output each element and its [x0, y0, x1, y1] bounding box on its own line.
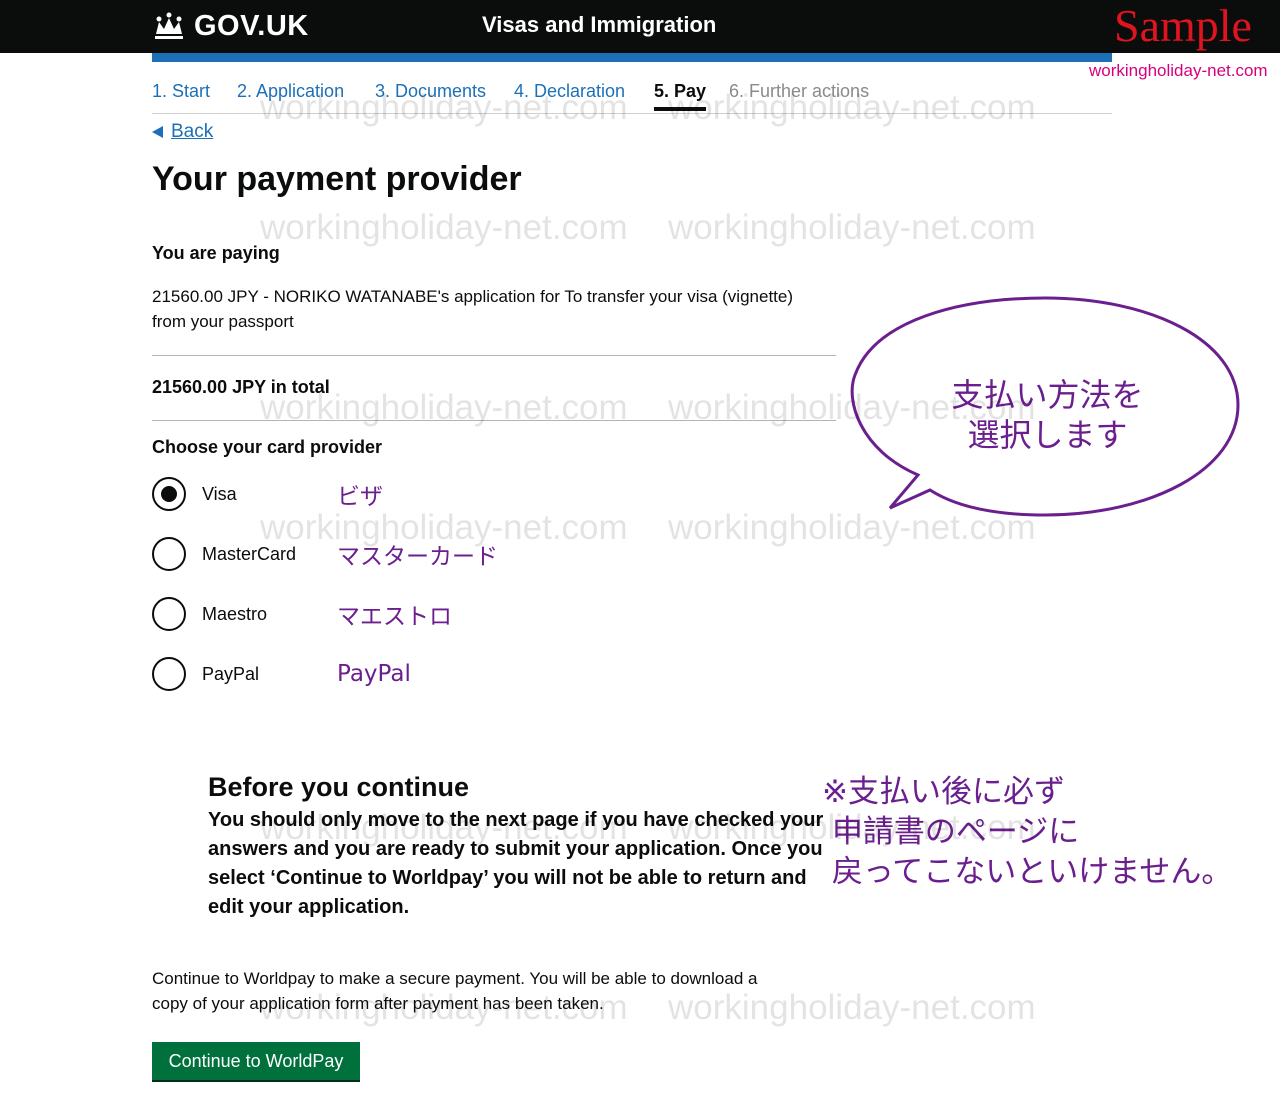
sample-stamp: Sample	[1114, 0, 1252, 51]
crown-icon	[155, 12, 183, 39]
radio-mastercard[interactable]: MasterCard マスターカード	[152, 535, 498, 573]
watermark: workingholiday-net.com	[260, 388, 628, 427]
radio-visa-note: ビザ	[337, 484, 383, 510]
govuk-logo-link[interactable]: GOV.UK	[152, 10, 309, 42]
back-link-label: Back	[171, 121, 214, 142]
watermark: workingholiday-net.com	[668, 988, 1036, 1027]
radio-maestro-label[interactable]: Maestro	[202, 604, 267, 625]
back-link[interactable]: Back	[152, 121, 213, 143]
watermark: workingholiday-net.com	[260, 88, 628, 127]
radio-maestro-input[interactable]	[152, 597, 186, 631]
continue-to-worldpay-button[interactable]: Continue to WorldPay	[152, 1042, 360, 1080]
before-continue-heading: Before you continue	[208, 772, 470, 802]
logo-text: GOV.UK	[194, 9, 309, 42]
watermark: workingholiday-net.com	[260, 988, 628, 1027]
watermark: workingholiday-net.com	[260, 508, 628, 547]
radio-maestro-note: マエストロ	[337, 604, 452, 630]
radio-visa[interactable]: Visa ビザ	[152, 475, 383, 513]
watermark: workingholiday-net.com	[260, 208, 628, 247]
radio-paypal-note: PayPal	[337, 661, 411, 687]
watermark: workingholiday-net.com	[260, 808, 628, 847]
paying-line-2: from your passport	[152, 312, 294, 331]
watermark: workingholiday-net.com	[668, 88, 1036, 127]
radio-visa-input[interactable]	[152, 477, 186, 511]
paying-line-1: 21560.00 JPY - NORIKO WATANABE's applica…	[152, 287, 794, 306]
watermark: workingholiday-net.com	[668, 808, 1036, 847]
service-name[interactable]: Visas and Immigration	[482, 12, 716, 38]
radio-paypal-input[interactable]	[152, 657, 186, 691]
japanese-note-line-3: 戻ってこないといけません。	[822, 854, 1233, 890]
radio-paypal[interactable]: PayPal PayPal	[152, 655, 411, 693]
step-start[interactable]: 1. Start	[152, 81, 210, 102]
page-title: Your payment provider	[152, 160, 522, 198]
radio-mastercard-input[interactable]	[152, 537, 186, 571]
header-blue-bar	[152, 53, 1112, 62]
watermark: workingholiday-net.com	[668, 388, 1036, 427]
sample-url: workingholiday-net.com	[1089, 61, 1268, 80]
watermark: workingholiday-net.com	[668, 508, 1036, 547]
card-provider-heading: Choose your card provider	[152, 437, 383, 457]
divider	[152, 355, 836, 356]
radio-paypal-label[interactable]: PayPal	[202, 664, 259, 685]
watermark: workingholiday-net.com	[668, 208, 1036, 247]
back-arrow-icon	[152, 126, 163, 138]
radio-maestro[interactable]: Maestro マエストロ	[152, 595, 452, 633]
radio-visa-label[interactable]: Visa	[202, 484, 237, 505]
japanese-note-line-1: ※支払い後に必ず	[822, 774, 1065, 810]
